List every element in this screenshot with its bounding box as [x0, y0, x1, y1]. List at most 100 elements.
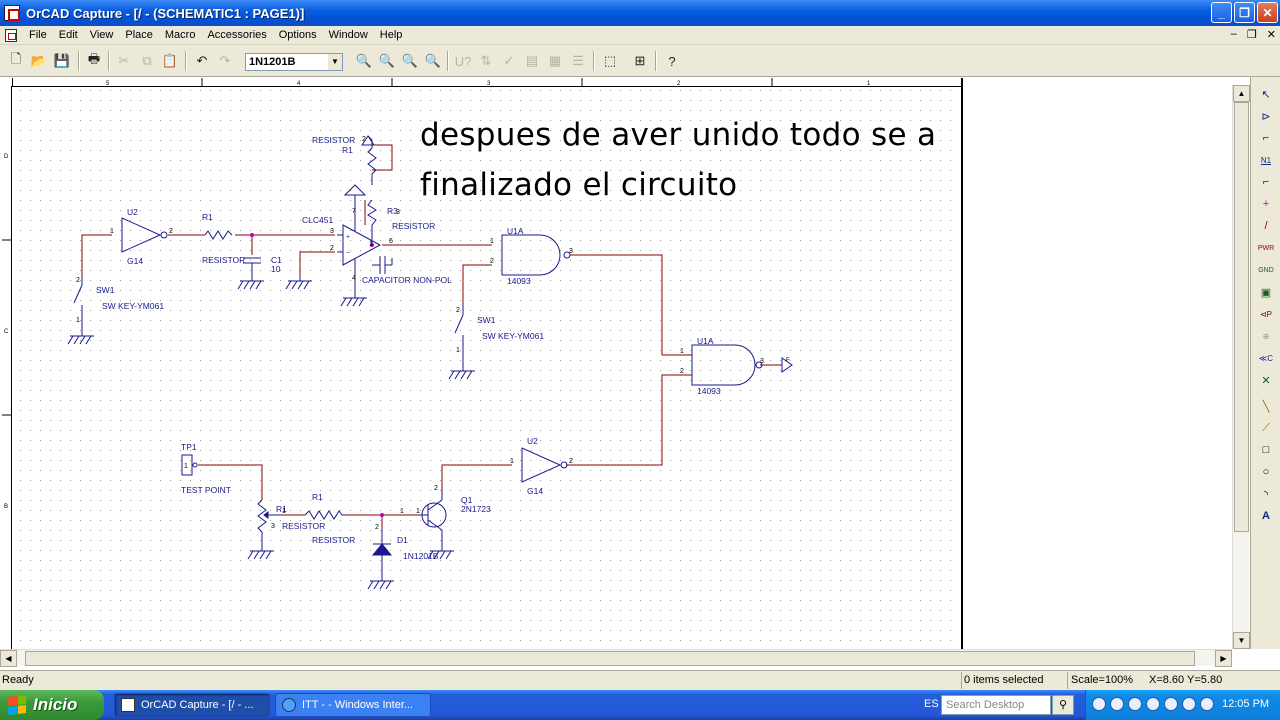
junction: [380, 513, 384, 517]
q1-value: 2N1723: [461, 504, 491, 514]
place-ellipse-icon[interactable]: ○: [1257, 463, 1275, 481]
u1a-top-value: 14093: [507, 276, 531, 286]
status-selection: 0 items selected: [964, 674, 1044, 686]
pin-number: 2: [362, 136, 366, 143]
search-icon[interactable]: ⚲: [1052, 695, 1074, 715]
place-part-icon[interactable]: ⊳: [1257, 107, 1275, 125]
scroll-left-icon[interactable]: ◀: [0, 650, 17, 667]
pin-number: 2: [680, 368, 684, 375]
clock[interactable]: 12:05 PM: [1222, 698, 1269, 710]
place-hierarchical-block-icon[interactable]: ▣: [1257, 283, 1275, 301]
pin-number: 2: [456, 307, 460, 314]
tray-app-icon[interactable]: [1200, 697, 1214, 711]
place-arc-icon[interactable]: ◝: [1257, 485, 1275, 503]
taskbar-item-label: ITT - - Windows Inter...: [302, 699, 414, 711]
pin-number: 1: [680, 348, 684, 355]
u2-top-ref: U2: [127, 207, 138, 217]
tp1-ref: TP1: [181, 442, 197, 452]
taskbar-item-orcad[interactable]: OrCAD Capture - [/ - ...: [114, 693, 270, 717]
tray-update-icon[interactable]: [1182, 697, 1196, 711]
place-polyline-icon[interactable]: ⟋: [1257, 419, 1275, 437]
sw1-mid-value: SW KEY-YM061: [482, 331, 544, 341]
pot-top-ref: R1: [342, 145, 353, 155]
pin-number: 7: [352, 208, 356, 215]
desktop-search-input[interactable]: Search Desktop: [941, 695, 1051, 715]
note-line-1: despues de aver unido todo se a: [420, 117, 937, 153]
scroll-right-icon[interactable]: ▶: [1215, 650, 1232, 667]
pin-number: 3: [569, 248, 573, 255]
tray-volume-icon[interactable]: [1146, 697, 1160, 711]
sw1-left-value: SW KEY-YM061: [102, 301, 164, 311]
select-icon[interactable]: ↖: [1257, 85, 1275, 103]
internet-explorer-icon: [282, 698, 296, 712]
tray-back-icon[interactable]: [1092, 697, 1106, 711]
horizontal-scrollbar[interactable]: ◀ ▶: [0, 649, 1232, 667]
place-net-alias-icon[interactable]: N1: [1257, 151, 1275, 169]
tray-security-icon[interactable]: [1164, 697, 1178, 711]
windows-flag-icon: [8, 695, 26, 715]
u1a-top-ref: U1A: [507, 226, 524, 236]
ruler-label: 2: [677, 81, 681, 87]
place-port-icon[interactable]: ⊲P: [1257, 305, 1275, 323]
u2-top-value: G14: [127, 256, 143, 266]
vertical-scroll-thumb[interactable]: [1234, 102, 1249, 532]
place-text-icon[interactable]: A: [1257, 507, 1275, 525]
schematic-note[interactable]: despues de aver unido todo se a finaliza…: [420, 110, 936, 210]
scroll-down-icon[interactable]: ▼: [1233, 632, 1250, 649]
ruler-label: D: [4, 154, 9, 160]
place-pin-icon[interactable]: ⊕: [1257, 327, 1275, 345]
tray-network-icon[interactable]: [1128, 697, 1142, 711]
taskbar-item-label: OrCAD Capture - [/ - ...: [141, 699, 254, 711]
ruler-label: 5: [106, 81, 110, 87]
language-indicator[interactable]: ES: [924, 698, 939, 710]
vertical-scrollbar[interactable]: ▲ ▼: [1232, 85, 1250, 649]
place-power-icon[interactable]: PWR: [1257, 239, 1275, 257]
horizontal-scroll-thumb[interactable]: [25, 651, 1195, 666]
pin-number: 1: [369, 241, 373, 248]
u2-bottom-value: G14: [527, 486, 543, 496]
offpage-label: F: [786, 358, 790, 364]
mdi-close-button[interactable]: ✕: [1267, 28, 1276, 41]
pin-number: 2: [76, 277, 80, 284]
opamp-ref: CLC451: [302, 215, 333, 225]
r1-top-ref: R1: [202, 212, 213, 222]
pin-number: 1: [282, 508, 286, 515]
pin-number: 2: [169, 228, 173, 235]
pin-number: 1: [490, 238, 494, 245]
place-junction-icon[interactable]: +: [1257, 195, 1275, 213]
place-ground-icon[interactable]: GND: [1257, 261, 1275, 279]
place-bus-entry-icon[interactable]: /: [1257, 217, 1275, 235]
pin-number: 2: [434, 485, 438, 492]
place-offpage-connector-icon[interactable]: ≪C: [1257, 349, 1275, 367]
d1-ref: D1: [397, 535, 408, 545]
scroll-up-icon[interactable]: ▲: [1233, 85, 1250, 102]
nonpol-cap-value: CAPACITOR NON-POL: [362, 275, 452, 285]
pin-number: 1: [510, 458, 514, 465]
tool-palette: ↖ ⊳ ⌐ N1 ⌐ + / PWR GND ▣ ⊲P ⊕ ≪C ✕ ╲ ⟋ □…: [1250, 77, 1280, 649]
pin-number: 2: [330, 245, 334, 252]
pin-number: 3: [330, 228, 334, 235]
status-ready: Ready: [2, 674, 34, 686]
r1-top-value: RESISTOR: [202, 255, 245, 265]
place-bus-icon[interactable]: ⌐: [1257, 173, 1275, 191]
taskbar-item-ie[interactable]: ITT - - Windows Inter...: [275, 693, 431, 717]
place-line-icon[interactable]: ╲: [1257, 397, 1275, 415]
sw1-left-ref: SW1: [96, 285, 115, 295]
ruler-label: 1: [867, 81, 871, 87]
ruler-label: 4: [297, 81, 301, 87]
place-rectangle-icon[interactable]: □: [1257, 441, 1275, 459]
pin-number: 2: [375, 524, 379, 531]
start-button[interactable]: Inicio: [0, 690, 104, 720]
tray-search-icon[interactable]: [1110, 697, 1124, 711]
close-button[interactable]: ✕: [1257, 2, 1278, 23]
place-wire-icon[interactable]: ⌐: [1257, 129, 1275, 147]
pin-number: 3: [760, 358, 764, 365]
u2-bottom-ref: U2: [527, 436, 538, 446]
pin-number: 3: [271, 523, 275, 530]
r3-value: RESISTOR: [392, 221, 435, 231]
place-no-connect-icon[interactable]: ✕: [1257, 371, 1275, 389]
ruler-label: 3: [487, 81, 491, 87]
u1a-right-value: 14093: [697, 386, 721, 396]
pot-top-value: RESISTOR: [312, 135, 355, 145]
schematic-canvas[interactable]: 5 4 3 2 1 D C B + − U2 G14 R1 RESISTOR C…: [0, 0, 1250, 650]
